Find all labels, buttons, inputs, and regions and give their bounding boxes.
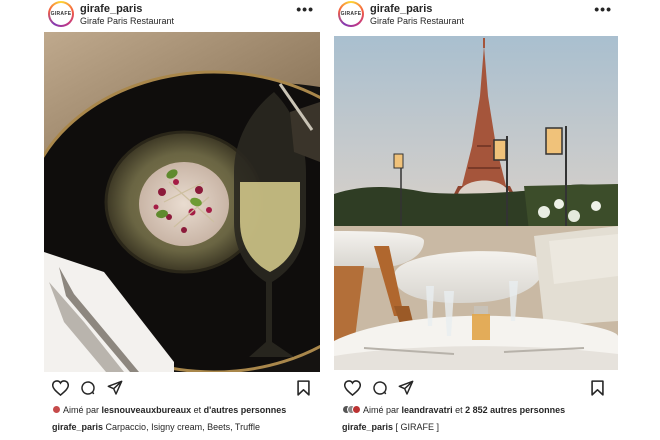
caption-text: [ GIRAFE ]: [395, 422, 440, 432]
liker-avatar[interactable]: [352, 405, 361, 414]
share-icon[interactable]: [107, 380, 123, 401]
more-options-icon[interactable]: •••: [594, 2, 612, 16]
food-photo-illustration: [44, 32, 320, 372]
share-icon[interactable]: [398, 380, 414, 401]
post-actions: [334, 380, 618, 398]
comment-icon[interactable]: [372, 380, 388, 401]
more-options-icon[interactable]: •••: [296, 2, 314, 16]
post-header: GIRAFE girafe_paris Girafe Paris Restaur…: [334, 0, 618, 30]
liked-by-user[interactable]: leandravatri: [402, 405, 453, 415]
location[interactable]: Girafe Paris Restaurant: [80, 16, 174, 26]
avatar[interactable]: GIRAFE: [48, 1, 74, 27]
location[interactable]: Girafe Paris Restaurant: [370, 16, 464, 26]
post-card-carpaccio: GIRAFE girafe_paris Girafe Paris Restaur…: [44, 0, 320, 440]
post-card-terrace: GIRAFE girafe_paris Girafe Paris Restaur…: [334, 0, 618, 440]
username[interactable]: girafe_paris: [370, 3, 432, 15]
caption-username[interactable]: girafe_paris: [342, 422, 393, 432]
liked-by-middle: et: [455, 405, 463, 415]
avatar-text: GIRAFE: [340, 3, 362, 25]
likes-line: Aimé par lesnouveauxbureaux et d'autres …: [52, 405, 286, 415]
caption: girafe_paris [ GIRAFE ]: [342, 422, 439, 432]
heart-icon[interactable]: [343, 380, 362, 401]
caption-text: Carpaccio, Isigny cream, Beets, Truffle: [105, 422, 260, 432]
caption-username[interactable]: girafe_paris: [52, 422, 103, 432]
bookmark-icon[interactable]: [591, 380, 604, 401]
post-header: GIRAFE girafe_paris Girafe Paris Restaur…: [44, 0, 320, 30]
liked-by-rest[interactable]: 2 852 autres personnes: [465, 405, 565, 415]
liked-by-rest[interactable]: d'autres personnes: [204, 405, 287, 415]
caption: girafe_paris Carpaccio, Isigny cream, Be…: [52, 422, 260, 432]
post-photo-food[interactable]: [44, 32, 320, 372]
terrace-photo-illustration: [334, 36, 618, 370]
bookmark-icon[interactable]: [297, 380, 310, 401]
liker-avatar[interactable]: [52, 405, 61, 414]
liked-by-prefix: Aimé par: [363, 405, 400, 415]
liked-by-prefix: Aimé par: [63, 405, 100, 415]
liked-by-middle: et: [193, 405, 202, 415]
heart-icon[interactable]: [51, 380, 70, 401]
liked-by-user[interactable]: lesnouveauxbureaux: [102, 405, 192, 415]
avatar[interactable]: GIRAFE: [338, 1, 364, 27]
post-actions: [44, 380, 320, 398]
avatar-text: GIRAFE: [50, 3, 72, 25]
username[interactable]: girafe_paris: [80, 3, 142, 15]
post-photo-eiffel-terrace[interactable]: [334, 36, 618, 370]
likes-line: Aimé par leandravatri et 2 852 autres pe…: [342, 405, 565, 415]
comment-icon[interactable]: [80, 380, 96, 401]
